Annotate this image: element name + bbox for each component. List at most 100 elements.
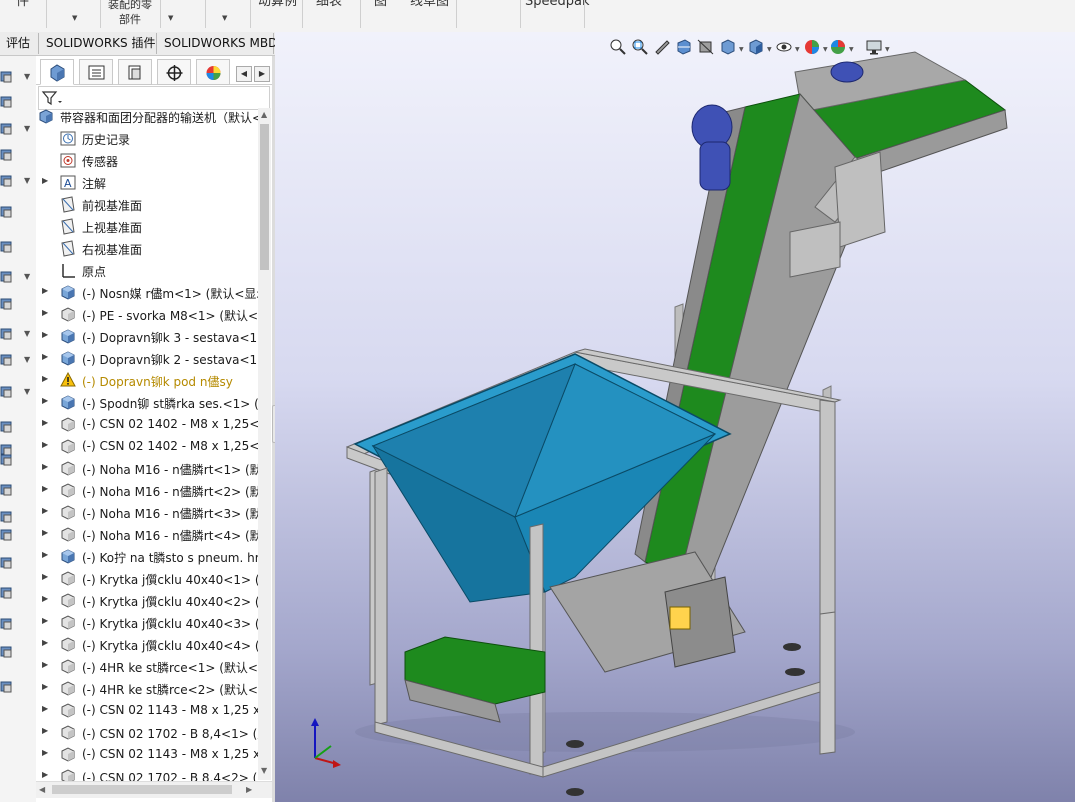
tree-item[interactable]: ▶ (-) Krytka j儨cklu 40x40<2> (默 <box>36 590 258 612</box>
tree-horizontal-scrollbar[interactable]: ◀ ▶ <box>36 781 272 798</box>
ribbon-item-label[interactable]: 细表 <box>316 0 342 9</box>
tree-item[interactable]: ▶ (-) 4HR ke st膦rce<1> (默认<显 <box>36 656 258 678</box>
filter-icon[interactable] <box>41 89 63 107</box>
bill-of-materials-icon[interactable] <box>0 297 14 311</box>
tree-item[interactable]: ▶ (-) Krytka j儨cklu 40x40<1> (默 <box>36 568 258 590</box>
panel-tab-property-manager[interactable] <box>79 59 113 85</box>
conveyor-model[interactable] <box>275 32 1075 802</box>
tree-item[interactable]: 传感器 <box>36 150 258 172</box>
ribbon-item-label[interactable]: 装配的零 部件 <box>108 0 152 27</box>
dropdown-caret-icon[interactable]: ▼ <box>168 14 173 22</box>
tree-item[interactable]: ▶ (-) Krytka j儨cklu 40x40<4> (默 <box>36 634 258 656</box>
tree-item[interactable]: 右视基准面 <box>36 238 258 260</box>
move-component-icon[interactable] <box>0 240 14 254</box>
expand-arrow-icon[interactable]: ▶ <box>42 660 48 669</box>
expand-arrow-icon[interactable]: ▶ <box>42 484 48 493</box>
tree-item[interactable]: ▶ (-) Noha M16 - n儘膦rt<1> (默 <box>36 458 258 480</box>
dropdown-caret-icon[interactable]: ▼ <box>24 355 30 364</box>
explode-icon[interactable] <box>0 148 14 162</box>
ribbon-item-label[interactable]: 图 <box>374 0 387 9</box>
dropdown-caret-icon[interactable]: ▼ <box>72 14 77 22</box>
mate-icon[interactable] <box>0 95 14 109</box>
snapshot-icon[interactable] <box>0 453 14 467</box>
expand-arrow-icon[interactable]: ▶ <box>42 506 48 515</box>
tree-item[interactable]: ▶ (-) CSN 02 1143 - M8 x 1,25 x <box>36 744 258 766</box>
dropdown-caret-icon[interactable]: ▼ <box>24 272 30 281</box>
expand-arrow-icon[interactable]: ▶ <box>42 572 48 581</box>
panel-tab-feature-tree[interactable] <box>40 59 74 85</box>
expand-arrow-icon[interactable]: ▶ <box>42 616 48 625</box>
panel-tabs-scroll-right[interactable]: ▶ <box>254 66 270 82</box>
expand-arrow-icon[interactable]: ▶ <box>42 352 48 361</box>
panel-tab-display-manager[interactable] <box>196 59 230 85</box>
scroll-down-arrow-icon[interactable]: ▼ <box>261 766 267 775</box>
scroll-right-arrow-icon[interactable]: ▶ <box>246 785 252 794</box>
dropdown-caret-icon[interactable]: ▼ <box>24 387 30 396</box>
ribbon-item-label[interactable]: 动算例 <box>258 0 297 9</box>
ribbon-item-label[interactable]: 线草图 <box>410 0 449 9</box>
panel-tabs-scroll-left[interactable]: ◀ <box>236 66 252 82</box>
expand-arrow-icon[interactable]: ▶ <box>42 418 48 427</box>
tree-item[interactable]: ▶ (-) Dopravn铆k 2 - sestava<1> <box>36 348 258 370</box>
reference-geometry-icon[interactable] <box>0 270 14 284</box>
insert-component-icon[interactable] <box>0 122 14 136</box>
expand-arrow-icon[interactable]: ▶ <box>42 308 48 317</box>
scroll-left-arrow-icon[interactable]: ◀ <box>39 785 45 794</box>
panel-tab-configuration-manager[interactable] <box>118 59 152 85</box>
dropdown-caret-icon[interactable]: ▼ <box>222 14 227 22</box>
tab-addins[interactable]: SOLIDWORKS 插件 <box>40 33 157 54</box>
wire-icon[interactable] <box>0 556 14 570</box>
assembly-tool-icon[interactable] <box>0 70 14 84</box>
expand-arrow-icon[interactable]: ▶ <box>42 748 48 757</box>
expand-arrow-icon[interactable]: ▶ <box>42 682 48 691</box>
expand-arrow-icon[interactable]: ▶ <box>42 176 48 185</box>
tree-item[interactable]: ▶ (-) Noha M16 - n儘膦rt<2> (默 <box>36 480 258 502</box>
tree-item[interactable]: ▶ A 注解 <box>36 172 258 194</box>
tree-item[interactable]: ▶ (-) Dopravn铆k pod n儘sy <box>36 370 258 392</box>
tree-item[interactable]: ▶ (-) CSN 02 1402 - M8 x 1,25<1 <box>36 414 258 436</box>
ribbon-item-label[interactable]: 件 <box>16 0 29 9</box>
tree-item[interactable]: ▶ (-) CSN 02 1402 - M8 x 1,25<2 <box>36 436 258 458</box>
expand-arrow-icon[interactable]: ▶ <box>42 330 48 339</box>
tree-item[interactable]: ▶ (-) PE - svorka M8<1> (默认< <box>36 304 258 326</box>
dropdown-caret-icon[interactable]: ▼ <box>24 72 30 81</box>
tab-mbd[interactable]: SOLIDWORKS MBD <box>158 33 277 54</box>
ribbon-item-label[interactable]: Speedpak <box>525 0 590 9</box>
expand-arrow-icon[interactable]: ▶ <box>42 638 48 647</box>
assembly-feature-icon[interactable] <box>0 385 14 399</box>
panel-tab-dimxpert[interactable] <box>157 59 191 85</box>
dropdown-caret-icon[interactable]: ▼ <box>24 124 30 133</box>
expand-arrow-icon[interactable]: ▶ <box>42 286 48 295</box>
tree-item[interactable]: 前视基准面 <box>36 194 258 216</box>
expand-arrow-icon[interactable]: ▶ <box>42 726 48 735</box>
tree-item[interactable]: ▶ (-) Dopravn铆k 3 - sestava<1> <box>36 326 258 348</box>
tab-evaluate[interactable]: 评估 <box>0 33 39 54</box>
display-icon[interactable] <box>0 617 14 631</box>
speedpak-icon[interactable] <box>0 420 14 434</box>
expand-arrow-icon[interactable]: ▶ <box>42 396 48 405</box>
tree-item[interactable]: 历史记录 <box>36 128 258 150</box>
section-icon[interactable] <box>0 510 14 524</box>
tree-item[interactable]: ▶ (-) Krytka j儨cklu 40x40<3> (默 <box>36 612 258 634</box>
dropdown-caret-icon[interactable]: ▼ <box>24 176 30 185</box>
graphics-viewport[interactable]: ▼ ▼ ▼ ▼ ▼ ▼ <box>275 32 1075 802</box>
tree-item[interactable]: ▶ (-) Nosn媒 r儘m<1> (默认<显示 <box>36 282 258 304</box>
expand-arrow-icon[interactable]: ▶ <box>42 528 48 537</box>
tree-item[interactable]: ▶ (-) CSN 02 1143 - M8 x 1,25 x <box>36 700 258 722</box>
expand-arrow-icon[interactable]: ▶ <box>42 462 48 471</box>
tree-item[interactable]: ▶ (-) CSN 02 1702 - B 8,4<1> (默 <box>36 722 258 744</box>
pattern-icon[interactable] <box>0 174 14 188</box>
expand-arrow-icon[interactable]: ▶ <box>42 594 48 603</box>
tree-item[interactable]: ▶ (-) Spodn铆 st膦rka ses.<1> ( <box>36 392 258 414</box>
tree-item[interactable]: ▶ (-) 4HR ke st膦rce<2> (默认<显 <box>36 678 258 700</box>
tree-root-assembly[interactable]: 带容器和面团分配器的输送机（默认< <box>36 108 258 128</box>
tree-item[interactable]: ▶ (-) Noha M16 - n儘膦rt<3> (默 <box>36 502 258 524</box>
instant3d-icon[interactable] <box>0 353 14 367</box>
curve-icon[interactable] <box>0 645 14 659</box>
expand-arrow-icon[interactable]: ▶ <box>42 550 48 559</box>
tree-item[interactable]: ▶ (-) Ko拧 na t膦sto s pneum. hr <box>36 546 258 568</box>
cable-icon[interactable] <box>0 680 14 694</box>
expand-arrow-icon[interactable]: ▶ <box>42 374 48 383</box>
expand-arrow-icon[interactable]: ▶ <box>42 440 48 449</box>
tree-vertical-scrollbar[interactable]: ▲ ▼ <box>258 108 271 780</box>
